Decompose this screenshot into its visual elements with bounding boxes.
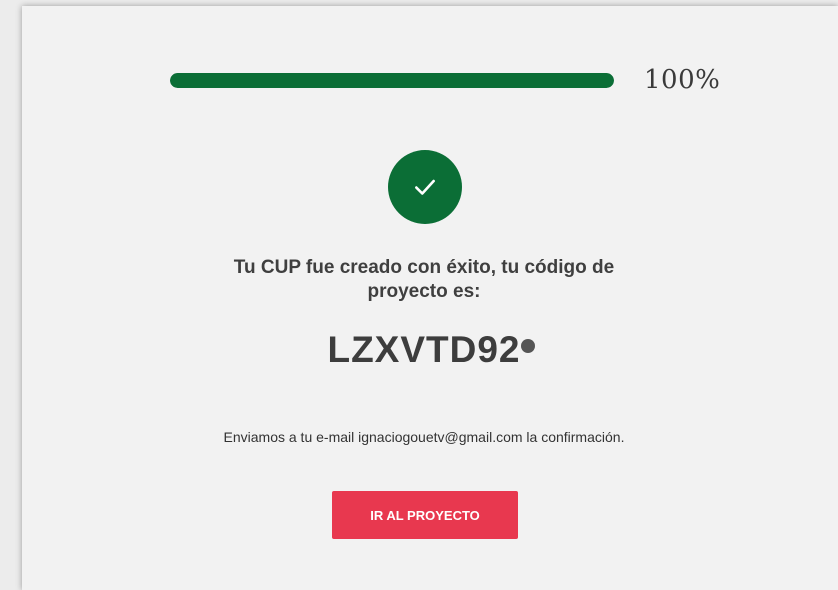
confirmation-card: 100% Tu CUP fue creado con éxito, tu cód… (22, 6, 838, 590)
success-check-badge (388, 150, 462, 224)
project-code: LZXVTD92 (327, 329, 521, 370)
email-confirmation-note: Enviamos a tu e-mail ignaciogouetv@gmail… (223, 429, 625, 445)
mouse-cursor-dot (521, 339, 535, 353)
progress-bar (170, 73, 614, 88)
check-icon (415, 179, 435, 195)
success-message: Tu CUP fue creado con éxito, tu código d… (233, 257, 615, 302)
page: 100% Tu CUP fue creado con éxito, tu cód… (0, 0, 838, 590)
go-to-project-button[interactable]: IR AL PROYECTO (332, 491, 518, 539)
progress-bar-fill (170, 73, 614, 88)
progress-section: 100% (170, 61, 730, 101)
progress-percentage: 100% (644, 65, 721, 95)
